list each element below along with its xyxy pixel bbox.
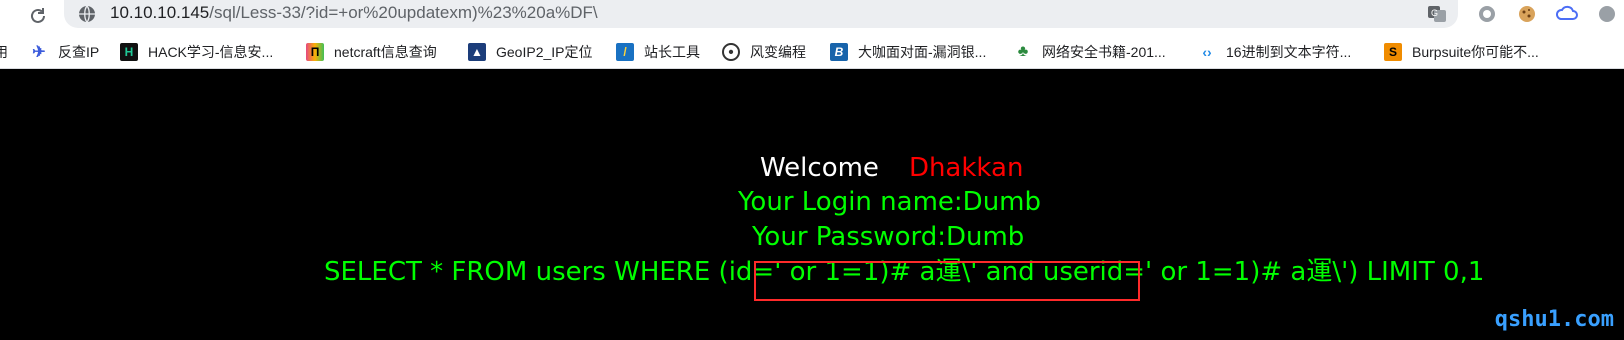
user-name: Dhakkan bbox=[908, 153, 1024, 183]
reload-icon[interactable] bbox=[24, 2, 52, 30]
burp-icon: S bbox=[1384, 43, 1402, 61]
bookmark-label: 风变编程 bbox=[750, 44, 806, 60]
bookmark-10[interactable]: S Burpsuite你可能不... bbox=[1384, 41, 1539, 63]
bookmark-1[interactable]: ✈ 反查IP bbox=[30, 41, 99, 63]
watermark: qshu1.com bbox=[1494, 307, 1614, 332]
bookmark-label: 网络安全书籍-201... bbox=[1042, 44, 1166, 60]
record-icon[interactable] bbox=[1476, 3, 1498, 25]
bookmark-2[interactable]: H HACK学习-信息安... bbox=[120, 41, 273, 63]
panda-icon: • bbox=[722, 43, 740, 61]
bird-icon: ✈ bbox=[30, 43, 48, 61]
bookmark-4[interactable]: ▲ GeoIP2_IP定位 bbox=[468, 41, 593, 63]
url-text[interactable]: 10.10.10.145/sql/Less-33/?id=+or%20updat… bbox=[110, 3, 598, 23]
query-prefix: SELECT * FROM users WHERE (id= bbox=[324, 257, 775, 287]
puzzle-icon[interactable] bbox=[1596, 3, 1618, 25]
browser-toolbar: 10.10.10.145/sql/Less-33/?id=+or%20updat… bbox=[0, 0, 1624, 36]
query-suffix: or 1=1)# a運\') LIMIT 0,1 bbox=[1152, 257, 1485, 287]
address-bar[interactable]: 10.10.10.145/sql/Less-33/?id=+or%20updat… bbox=[64, 0, 1458, 28]
bugbank-icon: B bbox=[830, 43, 848, 61]
bookmark-label: 16进制到文本字符... bbox=[1226, 44, 1352, 60]
bookmark-7[interactable]: B 大咖面对面-漏洞银... bbox=[830, 41, 986, 63]
highlight-box bbox=[754, 261, 1140, 301]
geoip-icon: ▲ bbox=[468, 43, 486, 61]
site-info-icon[interactable] bbox=[78, 5, 96, 23]
bookmark-3[interactable]: П netcraft信息查询 bbox=[306, 41, 437, 63]
hack-icon: H bbox=[120, 43, 138, 61]
welcome-line: Welcome Dhakkan bbox=[760, 153, 1023, 183]
bookmark-label: GeoIP2_IP定位 bbox=[496, 44, 593, 60]
bookmarks-bar: 用 ✈ 反查IP H HACK学习-信息安... П netcraft信息查询 … bbox=[0, 36, 1624, 69]
page-content: Welcome Dhakkan Your Login name:Dumb Your… bbox=[0, 69, 1624, 340]
netcraft-icon: П bbox=[306, 43, 324, 61]
code-icon: ‹› bbox=[1198, 43, 1216, 61]
bookmark-5[interactable]: / 站长工具 bbox=[616, 41, 700, 63]
url-path: /sql/Less-33/?id=+or%20updatexm)%23%20a%… bbox=[209, 3, 598, 22]
bookmark-label: 站长工具 bbox=[644, 44, 700, 60]
login-name-line: Your Login name:Dumb bbox=[738, 187, 1041, 217]
bookmark-6[interactable]: • 风变编程 bbox=[722, 41, 806, 63]
bookmark-label: netcraft信息查询 bbox=[334, 44, 437, 60]
translate-icon[interactable]: G bbox=[1426, 3, 1448, 25]
bookmark-0[interactable]: 用 bbox=[0, 41, 8, 63]
bookmark-label: 大咖面对面-漏洞银... bbox=[858, 44, 987, 60]
bookmark-label: HACK学习-信息安... bbox=[148, 44, 274, 60]
url-host: 10.10.10.145 bbox=[110, 3, 210, 22]
plant-icon: ♣ bbox=[1014, 43, 1032, 61]
cloud-icon[interactable] bbox=[1556, 3, 1578, 25]
bookmark-label: Burpsuite你可能不... bbox=[1412, 44, 1539, 60]
svg-text:G: G bbox=[1431, 8, 1438, 18]
bookmark-8[interactable]: ♣ 网络安全书籍-201... bbox=[1014, 41, 1166, 63]
bookmark-label: 用 bbox=[0, 44, 8, 60]
bookmark-9[interactable]: ‹› 16进制到文本字符... bbox=[1198, 41, 1351, 63]
chinaz-icon: / bbox=[616, 43, 634, 61]
cookie-icon[interactable] bbox=[1516, 3, 1538, 25]
password-line: Your Password:Dumb bbox=[752, 222, 1025, 252]
reload-icon-glyph bbox=[31, 8, 45, 23]
bookmark-label: 反查IP bbox=[58, 44, 100, 60]
welcome-text: Welcome bbox=[760, 153, 879, 183]
